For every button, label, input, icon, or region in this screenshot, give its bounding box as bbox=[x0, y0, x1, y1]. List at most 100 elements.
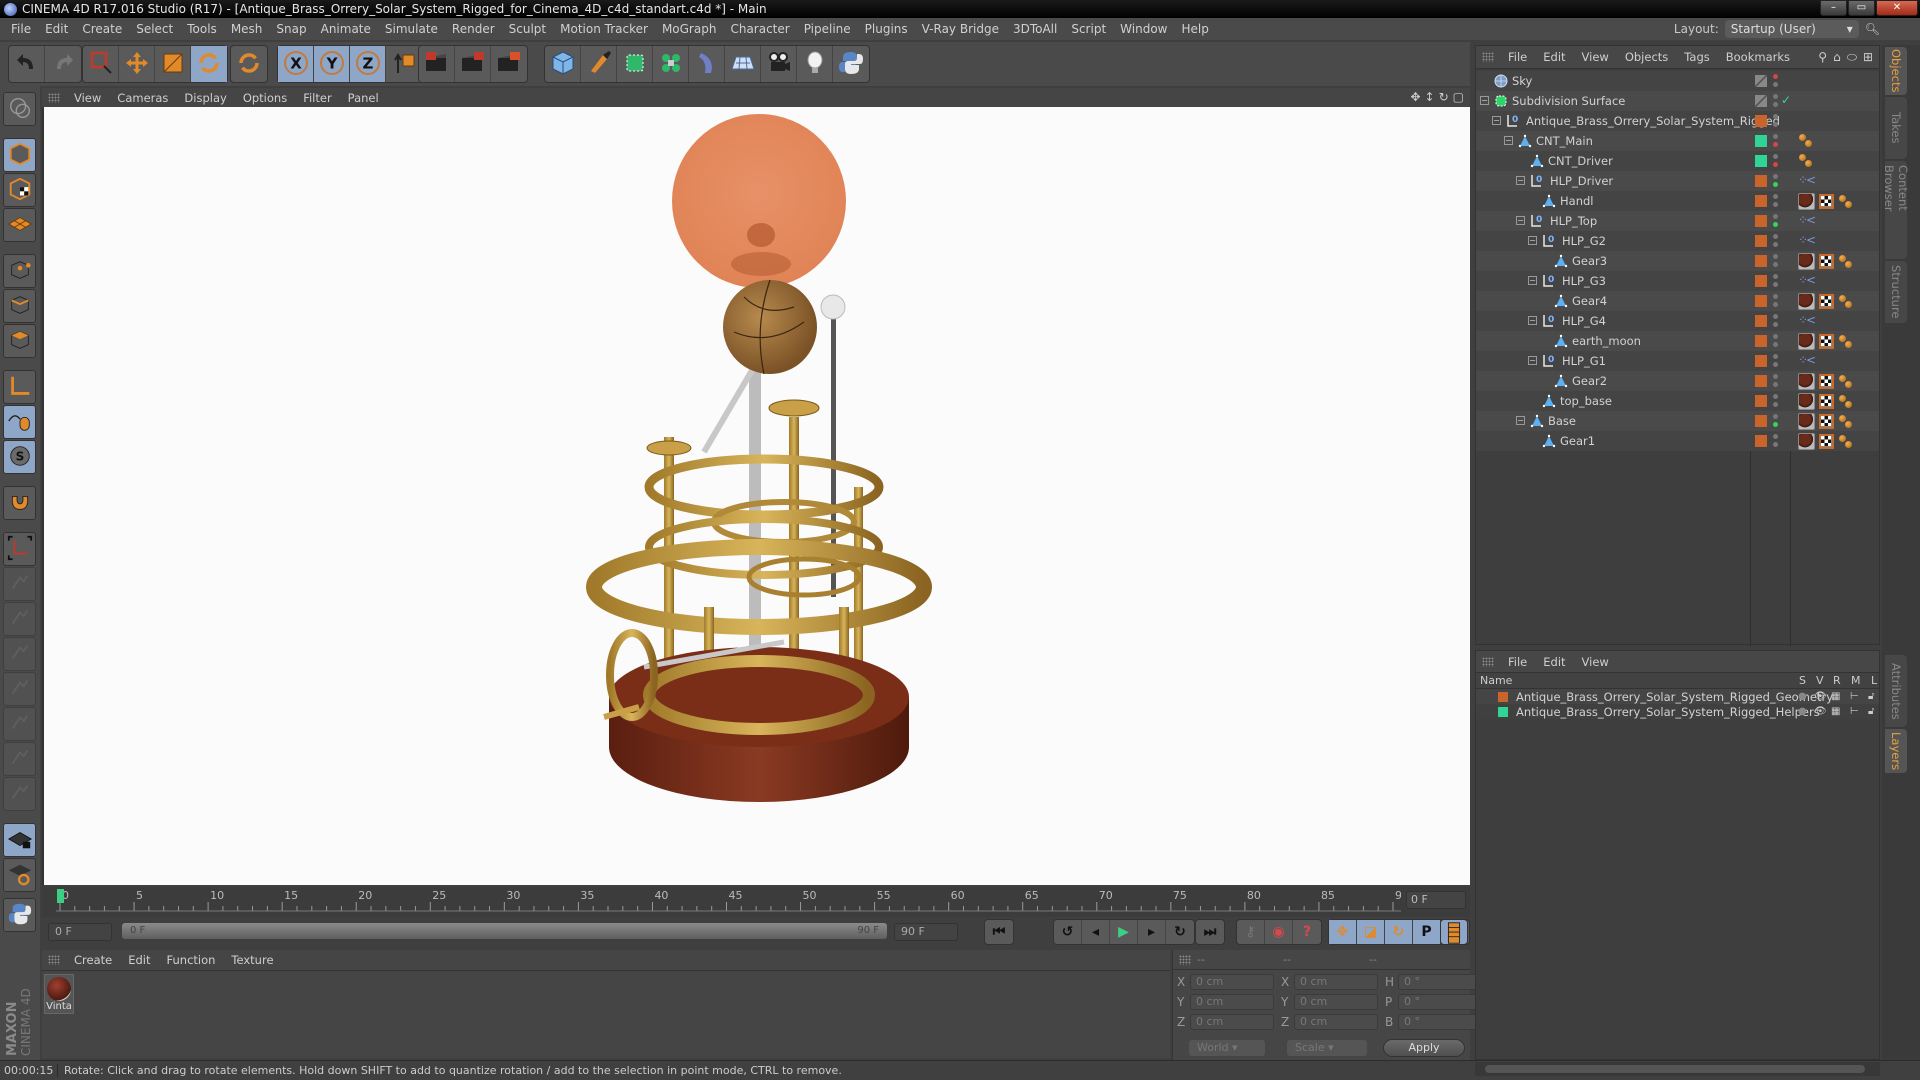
object-row[interactable]: Gear4 bbox=[1476, 291, 1879, 311]
timeline[interactable]: 051015202530354045505560657075808590 0 F bbox=[42, 887, 1470, 917]
visibility-dots[interactable] bbox=[1773, 174, 1778, 190]
panel-grip-icon[interactable] bbox=[48, 955, 60, 965]
layer-color-swatch[interactable] bbox=[1498, 691, 1508, 702]
lock-psr-button[interactable] bbox=[3, 672, 36, 706]
visibility-dots[interactable] bbox=[1773, 254, 1778, 270]
panel-grip-icon[interactable] bbox=[1482, 656, 1494, 667]
panel-grip-icon[interactable] bbox=[1179, 954, 1191, 965]
rotation-field[interactable]: 0 ° bbox=[1398, 974, 1482, 990]
maximize-view-icon[interactable]: ▢ bbox=[1453, 90, 1464, 104]
constraint-tag-icon[interactable]: ⁘< bbox=[1798, 313, 1816, 327]
render-view-button[interactable] bbox=[419, 46, 455, 82]
position-key-button[interactable]: ✥ bbox=[1329, 920, 1357, 944]
visibility-dot-icon[interactable] bbox=[1773, 294, 1778, 299]
size-field[interactable]: 0 cm bbox=[1294, 1014, 1378, 1030]
edges-mode-button[interactable] bbox=[3, 289, 36, 323]
visibility-dot-icon[interactable] bbox=[1773, 142, 1778, 147]
solo-button[interactable]: S bbox=[3, 440, 36, 474]
object-row[interactable]: − 0 HLP_G2 ⁘< bbox=[1476, 231, 1879, 251]
layer-row[interactable]: Antique_Brass_Orrery_Solar_System_Rigged… bbox=[1476, 689, 1879, 704]
visibility-dot-icon[interactable] bbox=[1773, 234, 1778, 239]
visibility-dot-icon[interactable] bbox=[1773, 194, 1778, 199]
visibility-dot-icon[interactable] bbox=[1773, 154, 1778, 159]
material-tag-icon[interactable] bbox=[1798, 193, 1815, 210]
light-button[interactable] bbox=[797, 46, 833, 82]
uvw-tag-icon[interactable] bbox=[1819, 414, 1834, 429]
layer-color-swatch[interactable] bbox=[1755, 375, 1767, 387]
frame-range-slider[interactable]: 0 F 90 F bbox=[122, 923, 887, 939]
visibility-dot-icon[interactable] bbox=[1773, 174, 1778, 179]
locked-workplane-button[interactable] bbox=[3, 823, 36, 857]
object-row[interactable]: − 0 HLP_G1 ⁘< bbox=[1476, 351, 1879, 371]
expand-toggle-icon[interactable]: − bbox=[1528, 356, 1537, 365]
visibility-dots[interactable] bbox=[1773, 134, 1778, 150]
autokeying-button[interactable]: ◉ bbox=[1265, 920, 1293, 944]
visibility-dot-icon[interactable] bbox=[1773, 434, 1778, 439]
object-row[interactable]: − 0 HLP_Driver ⁘< bbox=[1476, 171, 1879, 191]
visibility-dot-icon[interactable] bbox=[1773, 242, 1778, 247]
visibility-dot-icon[interactable] bbox=[1773, 274, 1778, 279]
menu-mesh[interactable]: Mesh bbox=[224, 22, 270, 36]
zoom-view-icon[interactable]: ↕ bbox=[1425, 90, 1435, 104]
horizontal-scrollbar[interactable] bbox=[1475, 1062, 1880, 1076]
pen-button[interactable] bbox=[581, 46, 617, 82]
search-icon[interactable]: ⚲ bbox=[1818, 50, 1827, 65]
scrollbar-thumb[interactable] bbox=[1485, 1065, 1865, 1073]
make-editable-button[interactable] bbox=[3, 92, 36, 126]
lock-toggle-icon[interactable]: 🔓︎ bbox=[1868, 691, 1874, 702]
rotate-button[interactable] bbox=[191, 46, 227, 82]
constraint-tag-icon[interactable]: ⁘< bbox=[1798, 173, 1816, 187]
next-frame-button[interactable]: ▸ bbox=[1138, 920, 1166, 944]
visibility-dot-icon[interactable] bbox=[1773, 82, 1778, 87]
constraint-tag-icon[interactable]: ⁘< bbox=[1798, 273, 1816, 287]
visibility-dot-icon[interactable] bbox=[1773, 122, 1778, 127]
expand-toggle-icon[interactable]: − bbox=[1516, 176, 1525, 185]
z-axis-button[interactable]: Z bbox=[350, 46, 386, 82]
layer-color-swatch[interactable] bbox=[1755, 295, 1767, 307]
visibility-dot-icon[interactable] bbox=[1773, 262, 1778, 267]
lock-toggle-icon[interactable]: 🔓︎ bbox=[1868, 706, 1874, 717]
menu-view[interactable]: View bbox=[66, 91, 109, 105]
enabled-check-icon[interactable]: ✓ bbox=[1781, 93, 1791, 107]
layer-column-m[interactable]: M bbox=[1851, 674, 1861, 687]
coord-type-dropdown[interactable]: Scale ▾ bbox=[1287, 1040, 1367, 1056]
layer-color-swatch[interactable] bbox=[1755, 195, 1767, 207]
visibility-dots[interactable] bbox=[1773, 414, 1778, 430]
expand-toggle-icon[interactable]: − bbox=[1492, 116, 1501, 125]
undo-button[interactable] bbox=[9, 46, 45, 82]
layer-row[interactable]: Antique_Brass_Orrery_Solar_System_Rigged… bbox=[1476, 704, 1879, 719]
menu-bookmarks[interactable]: Bookmarks bbox=[1718, 50, 1798, 64]
material-swatch[interactable]: Vinta bbox=[44, 974, 74, 1014]
panel-grip-icon[interactable] bbox=[48, 92, 60, 103]
start-frame-field[interactable]: 0 F bbox=[48, 923, 112, 941]
uvw-tag-icon[interactable] bbox=[1819, 254, 1834, 269]
xpresso-tag-icon[interactable] bbox=[1838, 414, 1854, 430]
recent-tool-button[interactable] bbox=[231, 46, 267, 82]
menu-simulate[interactable]: Simulate bbox=[378, 22, 445, 36]
manager-toggle-icon[interactable]: ⊢ bbox=[1850, 706, 1859, 717]
coordinate-system-button[interactable] bbox=[386, 46, 422, 82]
expand-toggle-icon[interactable]: − bbox=[1516, 216, 1525, 225]
menu-edit[interactable]: Edit bbox=[1535, 50, 1573, 64]
layer-column-name[interactable]: Name bbox=[1480, 674, 1512, 687]
render-picture-viewer-button[interactable] bbox=[455, 46, 491, 82]
xpresso-tag-icon[interactable] bbox=[1838, 294, 1854, 310]
uvw-tag-icon[interactable] bbox=[1819, 434, 1834, 449]
xpresso-tag-icon[interactable] bbox=[1838, 194, 1854, 210]
panel-grip-icon[interactable] bbox=[1482, 52, 1494, 62]
playhead[interactable] bbox=[57, 889, 64, 903]
object-row[interactable]: Gear1 bbox=[1476, 431, 1879, 451]
size-field[interactable]: 0 cm bbox=[1294, 974, 1378, 990]
rotation-field[interactable]: 0 ° bbox=[1398, 1014, 1482, 1030]
visibility-dots[interactable] bbox=[1773, 294, 1778, 310]
side-tab-content-browser[interactable]: Content Browser bbox=[1882, 161, 1910, 259]
polygons-mode-button[interactable] bbox=[3, 324, 36, 358]
lock-p-button[interactable] bbox=[3, 602, 36, 636]
object-row[interactable]: − 0 Antique_Brass_Orrery_Solar_System_Rigg… bbox=[1476, 111, 1879, 131]
material-tag-icon[interactable] bbox=[1798, 333, 1815, 350]
layer-color-swatch[interactable] bbox=[1755, 115, 1767, 127]
menu-character[interactable]: Character bbox=[723, 22, 796, 36]
material-tag-icon[interactable] bbox=[1798, 373, 1815, 390]
xpresso-tag-icon[interactable] bbox=[1798, 153, 1814, 169]
object-row[interactable]: earth_moon bbox=[1476, 331, 1879, 351]
